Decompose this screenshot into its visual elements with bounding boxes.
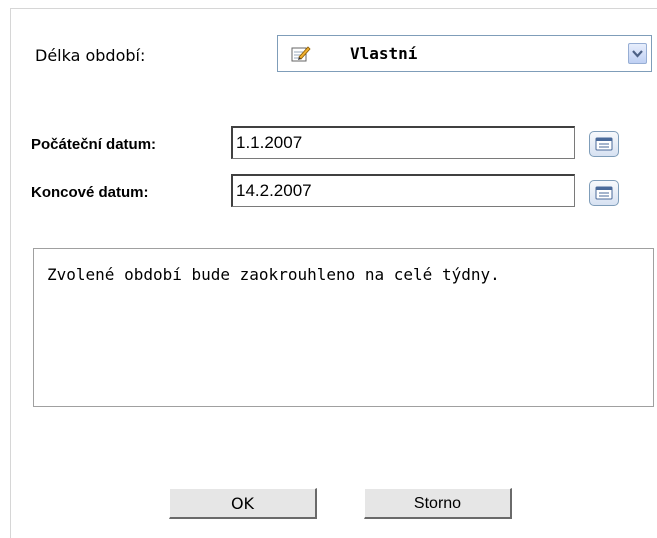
chevron-down-icon — [632, 50, 643, 58]
dropdown-button[interactable] — [628, 43, 647, 64]
calendar-icon — [595, 137, 613, 151]
period-dialog: Délka období: Vlastní Počáteční datum: 1… — [10, 8, 657, 538]
period-length-value: Vlastní — [350, 44, 418, 63]
end-date-calendar-button[interactable] — [589, 180, 619, 206]
info-box: Zvolené období bude zaokrouhleno na celé… — [33, 248, 654, 407]
period-length-select[interactable]: Vlastní — [277, 35, 652, 72]
info-text: Zvolené období bude zaokrouhleno na celé… — [47, 265, 500, 284]
end-date-input[interactable]: 14.2.2007 — [231, 174, 575, 207]
start-date-label: Počáteční datum: — [31, 136, 157, 153]
start-date-calendar-button[interactable] — [589, 131, 619, 157]
start-date-input[interactable]: 1.1.2007 — [231, 126, 575, 159]
edit-note-icon — [291, 45, 311, 63]
period-length-label: Délka období: — [35, 46, 146, 65]
cancel-button[interactable]: Storno — [364, 488, 512, 519]
end-date-label: Koncové datum: — [31, 184, 149, 201]
calendar-icon — [595, 186, 613, 200]
ok-button[interactable]: OK — [169, 488, 317, 519]
